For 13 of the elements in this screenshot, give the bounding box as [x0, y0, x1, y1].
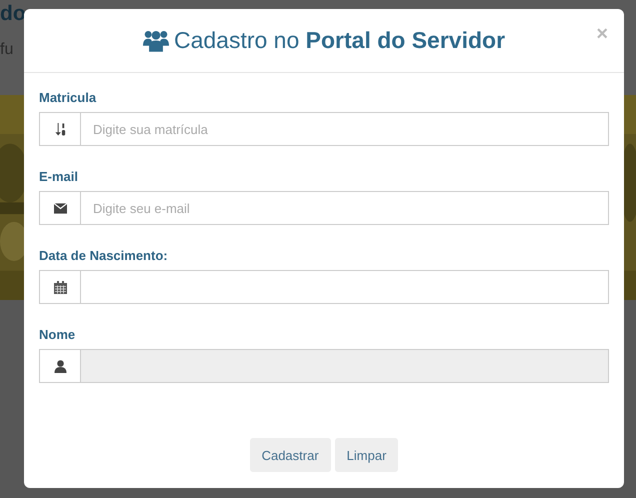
- field-label: Nome: [39, 327, 76, 343]
- clear-button[interactable]: Limpar: [334, 438, 398, 472]
- envelope-icon: [54, 202, 66, 214]
- users-icon: [142, 29, 169, 52]
- sort-icon: [54, 122, 66, 136]
- field-label: E-mail: [39, 169, 78, 185]
- page-heading: do: [0, 2, 26, 26]
- register-button[interactable]: Cadastrar: [250, 438, 331, 472]
- dialog-title: Cadastro no Portal do Servidor: [174, 27, 506, 54]
- field-label: Matricula: [39, 90, 96, 106]
- calendar-icon: [54, 280, 66, 294]
- field-label: Data de Nascimento:: [39, 248, 168, 264]
- user-icon: [54, 360, 66, 372]
